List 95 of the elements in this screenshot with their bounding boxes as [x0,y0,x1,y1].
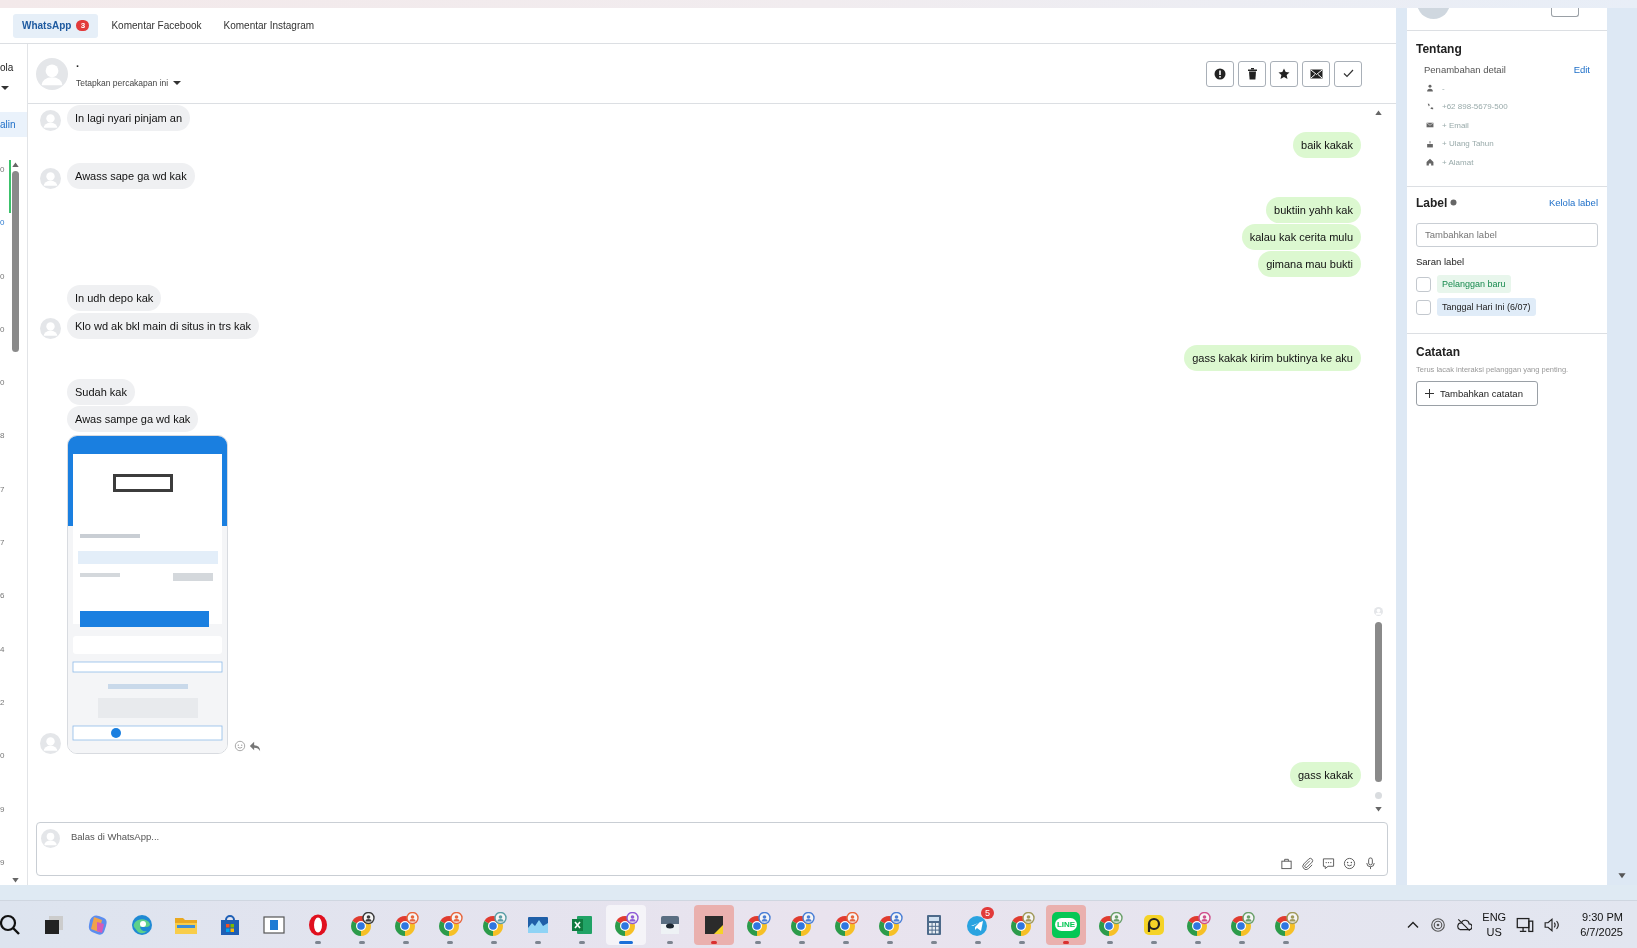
scroll-down-icon[interactable] [11,876,20,885]
incoming-message: In lagi nyari pinjam an [67,105,190,131]
star-button[interactable] [1270,60,1298,87]
clock-date[interactable]: 6/7/2025 [1580,924,1623,940]
manage-labels-link[interactable]: Kelola label [1548,197,1598,208]
language-indicator[interactable]: ENG [1482,909,1507,925]
section-title: Tentang [1416,42,1463,56]
scrollbar-thumb[interactable] [12,171,19,352]
section-title: Label [1416,195,1448,210]
sender-avatar [40,733,61,754]
caret-icon[interactable] [173,80,182,85]
person-icon [1426,84,1434,93]
conversation-time: 0 [0,750,5,763]
unread-badge: 3 [76,20,90,31]
incoming-message: In udh depo kak [67,285,162,311]
conversation-time: 8 [0,430,5,443]
channel-tab[interactable]: Komentar Facebook [102,13,211,38]
envelope-icon [1426,121,1434,130]
chat-bubble-icon[interactable] [1322,857,1335,870]
clock-time[interactable]: 9:30 PM [1582,909,1623,925]
conversation-time: 0 [0,377,5,390]
location-icon[interactable] [1430,916,1447,933]
label-chip[interactable]: Tanggal Hari Ini (6/07) [1437,298,1536,316]
incoming-message: Awas sampe ga wd kak [67,406,199,432]
exclamation-icon [1214,67,1226,80]
star-icon [1278,67,1290,80]
pin-conversation-label[interactable]: Tetapkan percakapan ini [76,77,169,88]
notification-badge: 5 [981,906,994,919]
suggestions-title: Saran label [1416,255,1466,267]
sender-avatar [40,318,61,339]
outgoing-message: kalau kak cerita mulu [1241,224,1361,250]
trash-icon [1246,67,1258,80]
mail-button[interactable] [1302,60,1330,87]
scrollbar-thumb[interactable] [1375,622,1382,782]
outgoing-message: buktiin yahh kak [1266,197,1361,223]
add-note-button[interactable]: Tambahkan catatan [1416,380,1538,406]
conversation-item[interactable]: alin [0,112,27,137]
conversation-time: 0 [0,217,5,230]
details-label: Penambahan detail [1424,64,1506,75]
home-icon [1426,158,1434,167]
check-icon [1342,69,1354,78]
region-indicator[interactable]: US [1486,924,1502,940]
conversation-time: 0 [0,270,5,283]
incoming-message: Awass sape ga wd kak [67,163,195,189]
contact-avatar [36,57,68,90]
section-title: Catatan [1416,344,1461,359]
conversation-time: 9 [0,803,5,816]
delete-button[interactable] [1238,60,1266,87]
info-icon [1450,199,1458,206]
label-checkbox[interactable] [1416,299,1431,315]
seen-avatar-icon [1374,607,1383,616]
channel-tab[interactable]: Komentar Instagram [214,13,324,38]
conversation-time: 4 [0,643,5,656]
conversation-time: 0 [0,164,5,176]
chrome-icon[interactable] [349,911,375,938]
network-icon[interactable] [1516,915,1535,934]
incoming-message: Sudah kak [67,379,135,405]
incoming-message: Klo wd ak bkl main di situs in trs kak [67,313,260,339]
cloud-off-icon[interactable] [1456,916,1473,933]
caret-icon[interactable] [1,86,9,90]
resolve-button[interactable] [1334,60,1362,87]
outgoing-message: baik kakak [1293,132,1361,158]
label-input[interactable]: Tambahkan label [1416,222,1598,247]
sender-avatar [40,110,61,131]
contact-name: · [76,59,81,72]
conversation-time: 0 [0,323,5,336]
reply-icon[interactable] [249,740,261,752]
scroll-up-icon[interactable] [11,160,20,169]
scroll-up-icon[interactable] [1374,108,1383,117]
envelope-icon [1309,68,1323,79]
label-chip[interactable]: Pelanggan baru [1437,275,1511,293]
conversation-time: 6 [0,590,5,603]
conversation-time: 2 [0,696,5,709]
list-header-text: ola [0,62,15,73]
paperclip-icon[interactable] [1301,857,1314,870]
outgoing-message: gass kakak [1289,762,1361,788]
bag-icon[interactable] [1280,857,1293,870]
channel-tab[interactable]: WhatsApp 3 [13,13,99,38]
sender-avatar [40,168,61,189]
outgoing-message: gass kakak kirim buktinya ke aku [1184,345,1361,371]
conversation-time: 7 [0,537,5,550]
conversation-time: 7 [0,483,5,496]
scroll-down-icon[interactable] [1374,805,1383,814]
outgoing-message: gimana mau bukti [1258,251,1361,277]
panel-button[interactable] [1551,8,1579,17]
conversation-time: 9 [0,856,5,869]
edit-link[interactable]: Edit [1573,64,1590,75]
label-checkbox[interactable] [1416,276,1431,292]
speaker-icon[interactable] [1544,916,1561,933]
microphone-icon[interactable] [1364,857,1377,870]
agent-avatar [41,829,60,848]
phone-icon [1426,102,1434,111]
alert-button[interactable] [1206,60,1234,87]
plus-icon [1425,388,1434,398]
emoji-icon[interactable] [1343,857,1356,870]
